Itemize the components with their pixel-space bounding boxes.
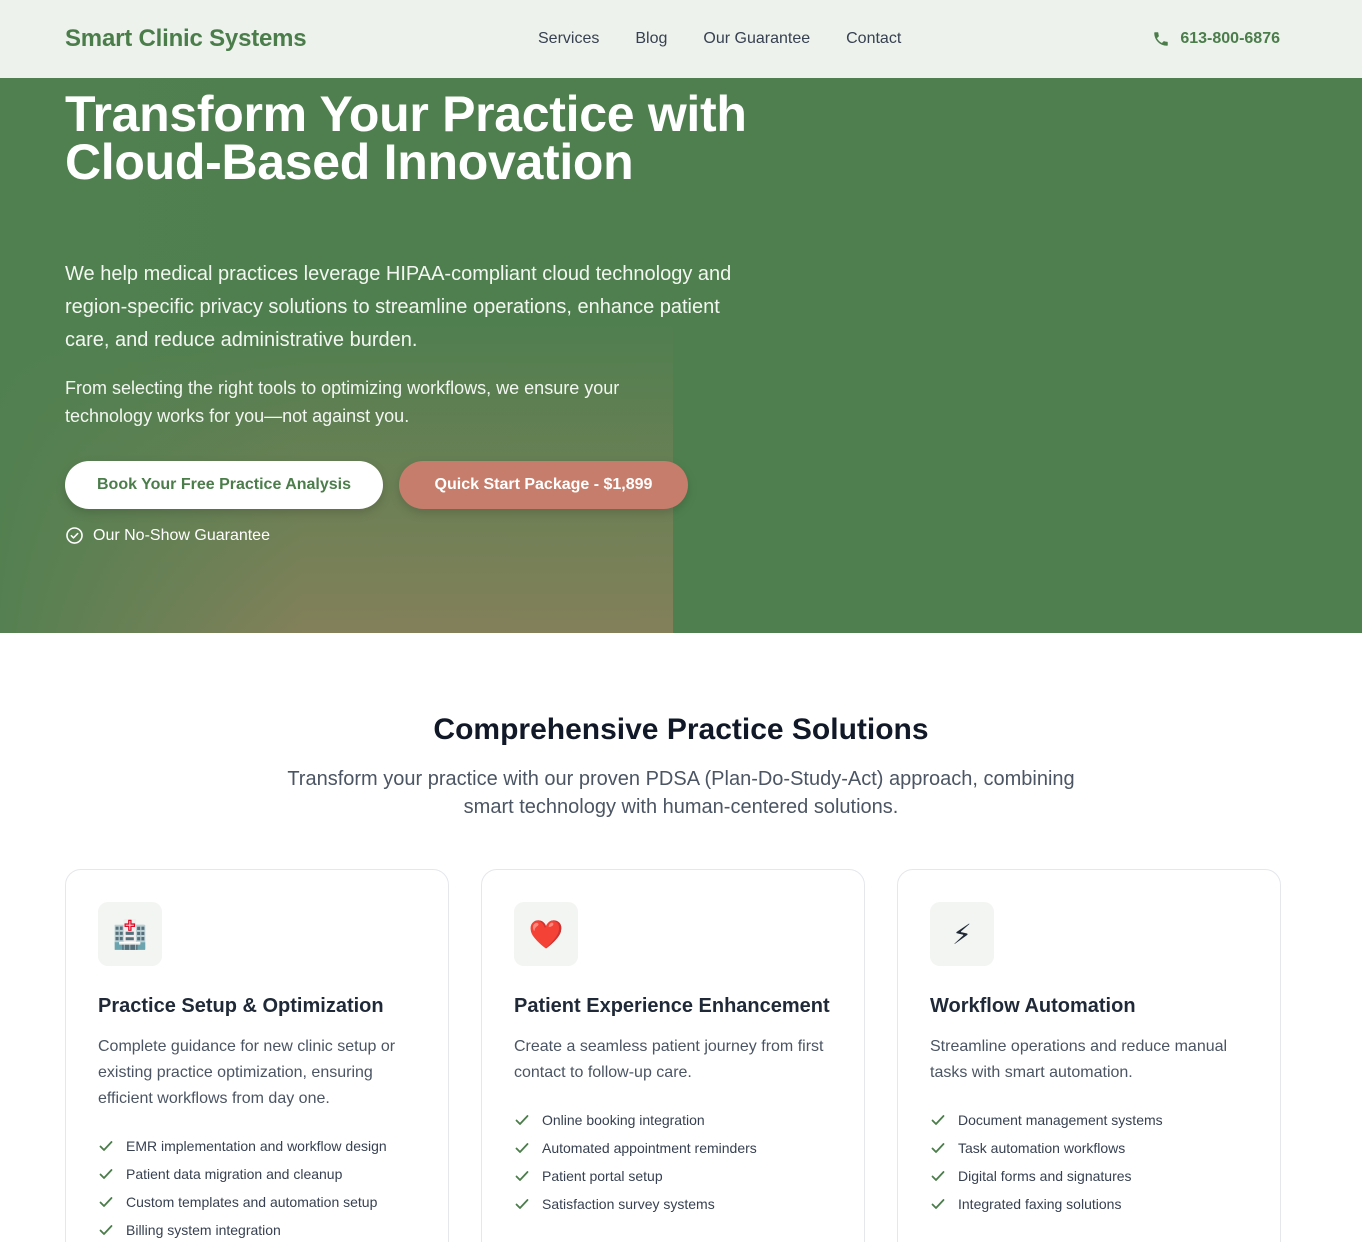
check-icon [99,1225,113,1235]
check-icon [931,1143,945,1153]
lightning-icon: ⚡ [930,902,994,966]
check-icon [99,1169,113,1179]
guarantee-label: Our No-Show Guarantee [93,526,270,544]
list-item: Digital forms and signatures [930,1162,1248,1190]
hospital-icon: 🏥 [98,902,162,966]
list-item: Automated appointment reminders [514,1134,832,1162]
list-item: Satisfaction survey systems [514,1190,832,1218]
main-nav: Services Blog Our Guarantee Contact [538,0,901,78]
feature-list: EMR implementation and workflow design P… [98,1132,416,1242]
card-description: Complete guidance for new clinic setup o… [98,1038,396,1107]
no-show-guarantee-link[interactable]: Our No-Show Guarantee [65,526,270,545]
check-icon [515,1199,529,1209]
nav-our-guarantee[interactable]: Our Guarantee [703,30,810,48]
hero-title: Transform Your Practice with Cloud-Based… [65,86,747,190]
card-title: Patient Experience Enhancement [514,995,830,1017]
hero-subdescription: From selecting the right tools to optimi… [65,378,620,426]
check-icon [931,1171,945,1181]
service-card-workflow-automation: ⚡ Workflow Automation Streamline operati… [897,869,1281,1242]
list-item: Online booking integration [514,1106,832,1134]
hero-section: Transform Your Practice with Cloud-Based… [0,78,1362,633]
card-description: Streamline operations and reduce manual … [930,1038,1228,1081]
list-item: Custom templates and automation setup [98,1188,416,1216]
site-header: Smart Clinic Systems Services Blog Our G… [0,0,1362,78]
list-item: Patient data migration and cleanup [98,1160,416,1188]
list-item: EMR implementation and workflow design [98,1132,416,1160]
hero-description: We help medical practices leverage HIPAA… [65,263,732,351]
solutions-title: Comprehensive Practice Solutions [433,713,929,746]
card-description: Create a seamless patient journey from f… [514,1038,824,1081]
list-item: Document management systems [930,1106,1248,1134]
list-item: Integrated faxing solutions [930,1190,1248,1218]
service-card-practice-setup: 🏥 Practice Setup & Optimization Complete… [65,869,449,1242]
heart-icon: ❤️ [514,902,578,966]
phone-icon [1154,32,1169,46]
check-circle-icon [66,527,83,544]
check-icon [515,1115,529,1125]
nav-services[interactable]: Services [538,30,599,48]
feature-list: Online booking integration Automated app… [514,1106,832,1218]
list-item: Task automation workflows [930,1134,1248,1162]
feature-list: Document management systems Task automat… [930,1106,1248,1218]
card-title: Practice Setup & Optimization [98,995,384,1017]
check-icon [99,1197,113,1207]
quick-start-button[interactable]: Quick Start Package - $1,899 [399,461,688,509]
phone-number: 613-800-6876 [1180,30,1280,47]
list-item: Patient portal setup [514,1162,832,1190]
phone-link[interactable]: 613-800-6876 [1152,0,1280,78]
list-item: Billing system integration [98,1216,416,1242]
book-analysis-button[interactable]: Book Your Free Practice Analysis [65,461,383,509]
service-card-patient-experience: ❤️ Patient Experience Enhancement Create… [481,869,865,1242]
solutions-subtitle: Transform your practice with our proven … [287,768,1075,818]
check-icon [515,1143,529,1153]
nav-blog[interactable]: Blog [635,30,667,48]
check-icon [515,1171,529,1181]
check-icon [931,1199,945,1209]
card-title: Workflow Automation [930,995,1136,1017]
nav-contact[interactable]: Contact [846,30,901,48]
check-icon [931,1115,945,1125]
brand-logo[interactable]: Smart Clinic Systems [65,25,307,53]
check-icon [99,1141,113,1151]
